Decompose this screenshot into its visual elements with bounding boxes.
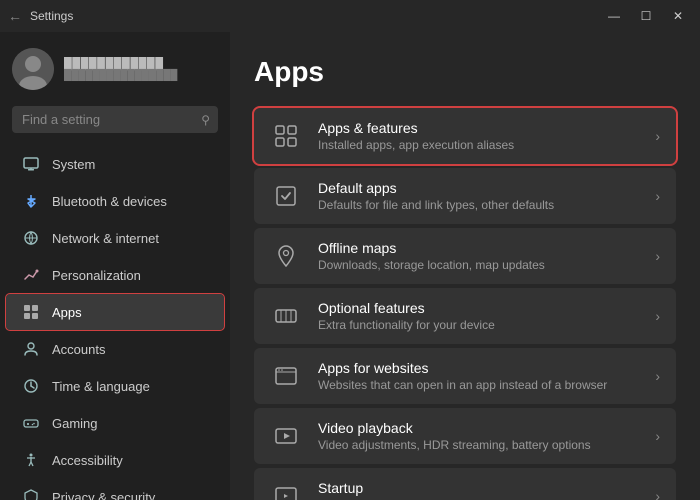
apps-websites-title: Apps for websites <box>318 360 639 376</box>
title-bar-controls: — ☐ ✕ <box>600 6 692 26</box>
accessibility-icon <box>22 451 40 469</box>
optional-features-icon <box>270 300 302 332</box>
optional-features-chevron: › <box>655 308 660 324</box>
optional-features-title: Optional features <box>318 300 639 316</box>
offline-maps-text: Offline maps Downloads, storage location… <box>318 240 639 272</box>
apps-icon <box>22 303 40 321</box>
sidebar-item-accessibility-label: Accessibility <box>52 453 123 468</box>
maximize-button[interactable]: ☐ <box>632 6 660 26</box>
privacy-icon <box>22 488 40 500</box>
apps-features-desc: Installed apps, app execution aliases <box>318 138 639 152</box>
gaming-icon <box>22 414 40 432</box>
apps-features-chevron: › <box>655 128 660 144</box>
title-bar: ← Settings — ☐ ✕ <box>0 0 700 32</box>
search-icon: ⚲ <box>201 113 210 127</box>
settings-item-startup[interactable]: Startup Apps that start automatically wh… <box>254 468 676 500</box>
offline-maps-desc: Downloads, storage location, map updates <box>318 258 639 272</box>
sidebar-item-time-label: Time & language <box>52 379 150 394</box>
sidebar-item-gaming[interactable]: Gaming <box>6 405 224 441</box>
apps-features-title: Apps & features <box>318 120 639 136</box>
profile-info: ████████████ ████████████████ <box>64 58 177 81</box>
search-box[interactable]: ⚲ <box>12 106 218 133</box>
default-apps-chevron: › <box>655 188 660 204</box>
video-playback-icon <box>270 420 302 452</box>
startup-title: Startup <box>318 480 639 496</box>
optional-features-text: Optional features Extra functionality fo… <box>318 300 639 332</box>
apps-features-icon <box>270 120 302 152</box>
sidebar-item-accessibility[interactable]: Accessibility <box>6 442 224 478</box>
profile-name: ████████████ <box>64 58 177 70</box>
minimize-button[interactable]: — <box>600 6 628 26</box>
profile-email: ████████████████ <box>64 70 177 81</box>
startup-chevron: › <box>655 488 660 500</box>
settings-list: Apps & features Installed apps, app exec… <box>254 108 676 500</box>
offline-maps-title: Offline maps <box>318 240 639 256</box>
personalization-icon <box>22 266 40 284</box>
bluetooth-icon <box>22 192 40 210</box>
sidebar-item-accounts-label: Accounts <box>52 342 105 357</box>
video-playback-desc: Video adjustments, HDR streaming, batter… <box>318 438 639 452</box>
offline-maps-icon <box>270 240 302 272</box>
sidebar-item-network[interactable]: Network & internet <box>6 220 224 256</box>
main-layout: ████████████ ████████████████ ⚲ System <box>0 32 700 500</box>
video-playback-chevron: › <box>655 428 660 444</box>
settings-item-default-apps[interactable]: Default apps Defaults for file and link … <box>254 168 676 224</box>
settings-item-apps-websites[interactable]: Apps for websites Websites that can open… <box>254 348 676 404</box>
sidebar-item-apps[interactable]: Apps <box>6 294 224 330</box>
apps-websites-text: Apps for websites Websites that can open… <box>318 360 639 392</box>
page-title: Apps <box>254 56 676 88</box>
sidebar-nav: System Bluetooth & devices Network & int… <box>0 141 230 500</box>
sidebar-item-personalization-label: Personalization <box>52 268 141 283</box>
startup-icon <box>270 480 302 500</box>
startup-text: Startup Apps that start automatically wh… <box>318 480 639 500</box>
sidebar-item-apps-label: Apps <box>52 305 82 320</box>
search-input[interactable] <box>12 106 218 133</box>
sidebar-item-system-label: System <box>52 157 95 172</box>
sidebar-item-network-label: Network & internet <box>52 231 159 246</box>
default-apps-icon <box>270 180 302 212</box>
sidebar-profile[interactable]: ████████████ ████████████████ <box>0 32 230 102</box>
time-icon <box>22 377 40 395</box>
sidebar-item-privacy[interactable]: Privacy & security <box>6 479 224 500</box>
close-button[interactable]: ✕ <box>664 6 692 26</box>
sidebar-item-accounts[interactable]: Accounts <box>6 331 224 367</box>
settings-item-offline-maps[interactable]: Offline maps Downloads, storage location… <box>254 228 676 284</box>
optional-features-desc: Extra functionality for your device <box>318 318 639 332</box>
content-area: Apps Apps & features Installed apps, app… <box>230 32 700 500</box>
sidebar-item-system[interactable]: System <box>6 146 224 182</box>
sidebar-item-gaming-label: Gaming <box>52 416 98 431</box>
settings-item-video-playback[interactable]: Video playback Video adjustments, HDR st… <box>254 408 676 464</box>
avatar <box>12 48 54 90</box>
settings-item-apps-features[interactable]: Apps & features Installed apps, app exec… <box>254 108 676 164</box>
network-icon <box>22 229 40 247</box>
sidebar-item-time[interactable]: Time & language <box>6 368 224 404</box>
system-icon <box>22 155 40 173</box>
sidebar-item-bluetooth-label: Bluetooth & devices <box>52 194 167 209</box>
sidebar-item-personalization[interactable]: Personalization <box>6 257 224 293</box>
sidebar-item-privacy-label: Privacy & security <box>52 490 155 500</box>
default-apps-text: Default apps Defaults for file and link … <box>318 180 639 212</box>
video-playback-text: Video playback Video adjustments, HDR st… <box>318 420 639 452</box>
sidebar: ████████████ ████████████████ ⚲ System <box>0 32 230 500</box>
video-playback-title: Video playback <box>318 420 639 436</box>
apps-websites-desc: Websites that can open in an app instead… <box>318 378 639 392</box>
title-bar-title: Settings <box>30 9 73 23</box>
offline-maps-chevron: › <box>655 248 660 264</box>
sidebar-item-bluetooth[interactable]: Bluetooth & devices <box>6 183 224 219</box>
apps-websites-chevron: › <box>655 368 660 384</box>
accounts-icon <box>22 340 40 358</box>
settings-item-optional-features[interactable]: Optional features Extra functionality fo… <box>254 288 676 344</box>
apps-features-text: Apps & features Installed apps, app exec… <box>318 120 639 152</box>
default-apps-desc: Defaults for file and link types, other … <box>318 198 639 212</box>
apps-websites-icon <box>270 360 302 392</box>
title-bar-left: ← Settings <box>8 8 73 24</box>
default-apps-title: Default apps <box>318 180 639 196</box>
